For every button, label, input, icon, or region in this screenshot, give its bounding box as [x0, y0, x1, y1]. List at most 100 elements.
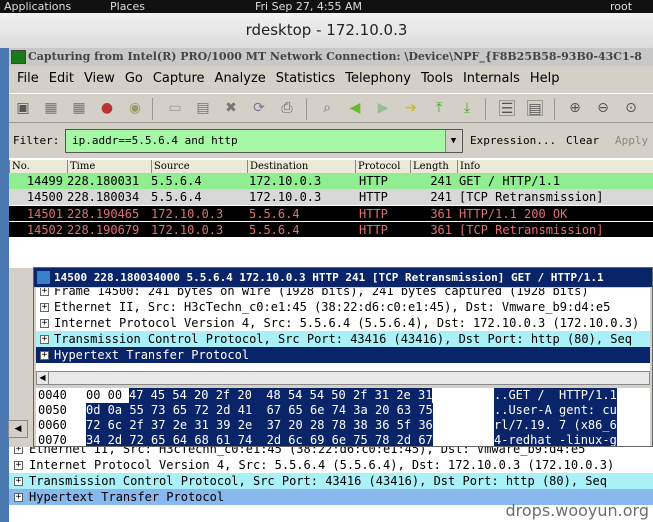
close-icon[interactable]: ✖ — [223, 100, 239, 116]
colorize-icon[interactable]: ☰ — [499, 100, 515, 117]
expand-icon[interactable]: + — [14, 493, 23, 502]
packet-bytes-pane: 0040 00 00 47 45 54 20 2f 20 48 54 54 50 … — [36, 388, 650, 446]
wireshark-title: Capturing from Intel(R) PRO/1000 MT Netw… — [9, 48, 653, 66]
cell-time: 228.180031 — [67, 174, 140, 188]
expand-icon[interactable]: + — [14, 461, 23, 470]
tree-item-label: Hypertext Transfer Protocol — [29, 490, 225, 504]
zoom-out-icon[interactable]: ⊖ — [595, 100, 611, 116]
stop-capture-icon[interactable]: ● — [99, 100, 115, 116]
tree-item[interactable]: + Transmission Control Protocol, Src Port… — [36, 331, 650, 347]
tree-item-label: Ethernet II, Src: H3cTechn_c0:e1:45 (38:… — [54, 300, 611, 314]
clock: Fri Sep 27, 4:55 AM — [255, 0, 363, 13]
cell-time: 228.190679 — [67, 223, 140, 237]
forward-icon[interactable]: ▶ — [375, 100, 391, 116]
packet-row[interactable]: 14501 228.190465 172.10.0.3 5.5.6.4 HTTP 361 H… — [9, 205, 653, 221]
open-icon[interactable]: ▭ — [167, 100, 183, 116]
print-icon[interactable]: ⎙ — [279, 100, 295, 116]
autoscroll-icon[interactable]: ▤ — [527, 100, 543, 117]
tree-item[interactable]: + Ethernet II, Src: H3cTechn_c0:e1:45 (38… — [9, 447, 653, 457]
packet-row[interactable]: 14499 228.180031 5.5.6.4 172.10.0.3 HTTP 241 G… — [9, 173, 653, 189]
menu-tools[interactable]: Tools — [421, 71, 453, 86]
tree-item[interactable]: + Internet Protocol Version 4, Src: 5.5.6… — [9, 457, 653, 473]
col-destination[interactable]: Destination — [247, 160, 355, 173]
options-icon[interactable]: ▦ — [43, 100, 59, 116]
packet-row[interactable]: 14502 228.190679 172.10.0.3 5.5.6.4 HTTP 361 [… — [9, 221, 653, 237]
expand-icon[interactable]: + — [40, 303, 49, 312]
expand-icon[interactable]: + — [14, 447, 23, 454]
menu-statistics[interactable]: Statistics — [276, 71, 335, 86]
col-no[interactable]: No. — [9, 160, 67, 173]
expand-icon[interactable]: + — [14, 477, 23, 486]
first-packet-icon[interactable]: ⤒ — [431, 100, 447, 116]
expand-icon[interactable]: + — [40, 335, 49, 344]
packet-row[interactable]: 14500 228.180034 5.5.6.4 172.10.0.3 HTTP 241 [… — [9, 189, 653, 205]
packet-window-title[interactable]: 14500 228.180034000 5.5.6.4 172.10.0.3 H… — [34, 268, 652, 287]
cell-proto: HTTP — [359, 174, 388, 188]
col-time[interactable]: Time — [67, 160, 151, 173]
tree-item[interactable]: + Hypertext Transfer Protocol — [36, 347, 650, 363]
user-menu[interactable]: root — [610, 0, 632, 13]
menu-go[interactable]: Go — [125, 71, 143, 86]
cell-proto: HTTP — [359, 223, 388, 237]
reload-icon[interactable]: ⟳ — [251, 100, 267, 116]
start-capture-icon[interactable]: ▦ — [71, 100, 87, 116]
menu-analyze[interactable]: Analyze — [215, 71, 266, 86]
cell-proto: HTTP — [359, 190, 388, 204]
applications-menu[interactable]: Applications — [4, 0, 71, 13]
find-icon[interactable]: ⌕ — [319, 100, 335, 116]
packet-window: 14500 228.180034000 5.5.6.4 172.10.0.3 H… — [33, 267, 653, 447]
hex-bytes-selected: 47 45 54 20 2f 20 48 54 54 50 2f 31 2e 3… — [129, 388, 433, 403]
menu-view[interactable]: View — [84, 71, 115, 86]
menu-telephony[interactable]: Telephony — [345, 71, 411, 86]
toolbar: ▣ ▦ ▦ ● ◉ ▭ ▤ ✖ ⟳ ⎙ ⌕ ◀ ▶ ➔ ⤒ ⤓ ☰ ▤ ⊕ ⊖ … — [9, 93, 653, 123]
packet-list: No. Time Source Destination Protocol Len… — [9, 158, 653, 268]
tree-item[interactable]: + Internet Protocol Version 4, Src: 5.5.6… — [36, 315, 650, 331]
tree-item[interactable]: + Transmission Control Protocol, Src Port… — [9, 473, 653, 489]
tree-item-label: Transmission Control Protocol, Src Port:… — [54, 332, 632, 346]
menu-edit[interactable]: Edit — [49, 71, 74, 86]
menu-capture[interactable]: Capture — [153, 71, 205, 86]
expression-button[interactable]: Expression... — [470, 134, 556, 147]
apply-button[interactable]: Apply — [615, 134, 648, 147]
tree-item-label: Internet Protocol Version 4, Src: 5.5.6.… — [29, 458, 615, 472]
interfaces-icon[interactable]: ▣ — [15, 100, 31, 116]
save-icon[interactable]: ▤ — [195, 100, 211, 116]
zoom-normal-icon[interactable]: ⊙ — [623, 100, 639, 116]
scroll-left-button[interactable]: ◀ — [8, 420, 28, 438]
cell-proto: HTTP — [359, 207, 388, 221]
places-menu[interactable]: Places — [110, 0, 145, 13]
menu-internals[interactable]: Internals — [463, 71, 520, 86]
tree-item[interactable]: + Ethernet II, Src: H3cTechn_c0:e1:45 (38… — [36, 299, 650, 315]
col-protocol[interactable]: Protocol — [355, 160, 410, 173]
expand-icon[interactable]: + — [40, 351, 49, 360]
scroll-left-icon[interactable]: ◀ — [37, 372, 49, 384]
watermark: drops.wooyun.org — [505, 501, 650, 520]
back-icon[interactable]: ◀ — [347, 100, 363, 116]
filter-bar: Filter: ip.addr==5.5.6.4 and http ▼ Expr… — [9, 125, 653, 157]
tree-item-label: Internet Protocol Version 4, Src: 5.5.6.… — [54, 316, 640, 330]
cell-no: 14499 — [26, 174, 63, 188]
cell-dst: 172.10.0.3 — [249, 174, 322, 188]
col-info[interactable]: Info — [457, 160, 653, 173]
horizontal-scrollbar[interactable]: ◀ — [36, 371, 650, 385]
last-packet-icon[interactable]: ⤓ — [459, 100, 475, 116]
hex-bytes-selected: 72 6c 2f 37 2e 31 39 2e 37 20 28 78 38 3… — [86, 418, 433, 433]
tree-item-label: Frame 14500: 241 bytes on wire (1928 bit… — [54, 288, 589, 298]
filter-input[interactable]: ip.addr==5.5.6.4 and http — [65, 129, 463, 153]
restart-capture-icon[interactable]: ◉ — [127, 100, 143, 116]
clear-button[interactable]: Clear — [566, 134, 599, 147]
zoom-in-icon[interactable]: ⊕ — [567, 100, 583, 116]
col-source[interactable]: Source — [151, 160, 247, 173]
wireshark-icon — [37, 271, 50, 284]
expand-icon[interactable]: + — [40, 319, 49, 328]
tree-item[interactable]: + Frame 14500: 241 bytes on wire (1928 bi… — [36, 288, 650, 299]
expand-icon[interactable]: + — [40, 288, 49, 296]
menu-help[interactable]: Help — [530, 71, 560, 86]
menu-file[interactable]: File — [17, 71, 39, 86]
goto-icon[interactable]: ➔ — [403, 100, 419, 116]
hex-ascii: ..User-A gent: cu — [494, 403, 617, 418]
cell-dst: 5.5.6.4 — [249, 223, 300, 237]
cell-src: 172.10.0.3 — [151, 223, 224, 237]
col-length[interactable]: Length — [410, 160, 457, 173]
filter-dropdown-icon[interactable]: ▼ — [445, 130, 461, 152]
